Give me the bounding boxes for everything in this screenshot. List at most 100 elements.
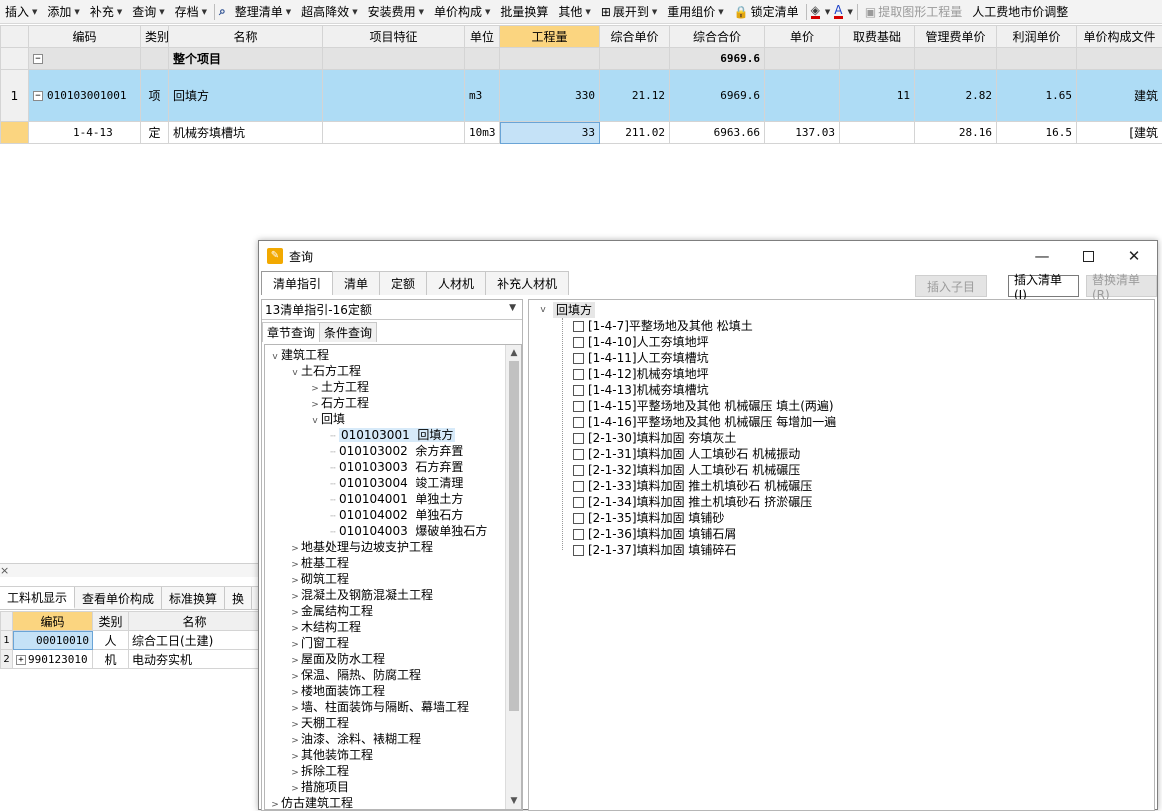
tree-node[interactable]: >屋面及防水工程	[289, 651, 385, 667]
checkbox[interactable]	[573, 369, 584, 380]
column-header[interactable]: 类别	[141, 26, 169, 48]
column-header[interactable]: 项目特征	[323, 26, 465, 48]
lower-splitter[interactable]: ×	[0, 563, 260, 577]
tree-node[interactable]: >土方工程	[309, 379, 369, 395]
table-row[interactable]: 1 00010010 人 综合工日(土建)	[1, 631, 261, 650]
row-total[interactable]: 6969.6	[670, 70, 765, 122]
row-unit-price[interactable]	[765, 70, 840, 122]
list-item[interactable]: [2-1-35]填料加固 填铺砂	[573, 510, 724, 526]
list-item[interactable]: [2-1-33]填料加固 推土机填砂石 机械碾压	[573, 478, 812, 494]
checkbox[interactable]	[573, 433, 584, 444]
list-item[interactable]: [2-1-31]填料加固 人工填砂石 机械振动	[573, 446, 800, 462]
table-row[interactable]: 1-4-13 定 机械夯填槽坑 10m3 33 211.02 6963.66 1…	[1, 122, 1162, 144]
list-item[interactable]: [1-4-12]机械夯填地坪	[573, 366, 709, 382]
toolbar-item[interactable]: 单价构成▼	[429, 1, 495, 23]
row-total[interactable]: 6963.66	[670, 122, 765, 144]
column-header[interactable]: 利润单价	[997, 26, 1077, 48]
row-type[interactable]: 项	[141, 70, 169, 122]
list-item[interactable]: [2-1-36]填料加固 填铺石屑	[573, 526, 736, 542]
close-icon[interactable]: ×	[0, 564, 9, 577]
column-header[interactable]: 单价	[765, 26, 840, 48]
toolbar-item[interactable]: ▣提取图形工程量	[860, 1, 967, 23]
toolbar-item[interactable]: ◈▼	[809, 1, 833, 23]
tab-lower-3[interactable]: 换	[225, 587, 252, 609]
toolbar-item[interactable]: 插入▼	[0, 1, 42, 23]
tree-node[interactable]: >桩基工程	[289, 555, 349, 571]
table-row[interactable]: 1 −010103001001 项 回填方 m3 330 21.12 6969.…	[1, 70, 1162, 122]
tree-node[interactable]: >石方工程	[309, 395, 369, 411]
tab-lower-0[interactable]: 工料机显示	[0, 587, 75, 609]
tree-node[interactable]: >门窗工程	[289, 635, 349, 651]
toolbar-item[interactable]: 人工费地市价调整	[967, 1, 1073, 23]
tree-node[interactable]: >楼地面装饰工程	[289, 683, 385, 699]
row-feature[interactable]	[323, 122, 465, 144]
row-unit[interactable]: m3	[465, 70, 500, 122]
list-item[interactable]: [1-4-7]平整场地及其他 松填土	[573, 318, 753, 334]
tab-dialog-4[interactable]: 补充人材机	[485, 271, 569, 295]
row-file[interactable]: [建筑	[1077, 122, 1162, 144]
toolbar-item[interactable]: 批量换算	[495, 1, 553, 23]
column-header[interactable]: 编码	[13, 612, 93, 631]
collapse-toggle[interactable]: −	[29, 48, 141, 70]
tree-node[interactable]: ┄010104003 爆破单独石方	[327, 523, 487, 539]
toolbar-item[interactable]: 查询▼	[127, 1, 169, 23]
table-row[interactable]: 2 +990123010 机 电动夯实机	[1, 650, 261, 669]
row-base[interactable]: 11	[840, 70, 915, 122]
column-header[interactable]: 类别	[93, 612, 129, 631]
checkbox[interactable]	[573, 449, 584, 460]
tree-node[interactable]: v建筑工程	[269, 347, 329, 363]
tree-node[interactable]: ┄010103002 余方弃置	[327, 443, 463, 459]
tree-node[interactable]: >保温、隔热、防腐工程	[289, 667, 421, 683]
list-item[interactable]: [1-4-13]机械夯填槽坑	[573, 382, 709, 398]
scroll-thumb[interactable]	[509, 361, 519, 711]
row-code[interactable]: +990123010	[13, 650, 93, 669]
toolbar-item[interactable]: 整理清单▼	[230, 1, 296, 23]
tree-node[interactable]: >混凝土及钢筋混凝土工程	[289, 587, 433, 603]
toolbar-item[interactable]: 其他▼	[553, 1, 595, 23]
tab-lower-2[interactable]: 标准换算	[162, 587, 225, 609]
row-price[interactable]: 211.02	[600, 122, 670, 144]
insert-child-button[interactable]: 插入子目	[915, 275, 987, 297]
column-header[interactable]: 单价构成文件	[1077, 26, 1162, 48]
list-item[interactable]: [1-4-11]人工夯填槽坑	[573, 350, 709, 366]
row-name[interactable]: 综合工日(土建)	[129, 631, 261, 650]
column-header[interactable]: 编码	[29, 26, 141, 48]
maximize-button[interactable]	[1065, 241, 1111, 271]
row-feature[interactable]	[323, 70, 465, 122]
tree-node[interactable]: v土石方工程	[289, 363, 361, 379]
tree-node[interactable]: >措施项目	[289, 779, 349, 795]
caret-down-icon[interactable]: ▼	[286, 8, 291, 16]
column-header[interactable]: 名称	[129, 612, 261, 631]
row-unit[interactable]: 10m3	[465, 122, 500, 144]
list-item[interactable]: [1-4-16]平整场地及其他 机械碾压 每增加一遍	[573, 414, 836, 430]
caret-down-icon[interactable]: ▼	[352, 8, 357, 16]
tree-node[interactable]: ┄010103004 竣工清理	[327, 475, 463, 491]
row-code[interactable]: 1-4-13	[29, 122, 141, 144]
tab-dialog-0[interactable]: 清单指引	[261, 271, 333, 295]
tree-node[interactable]: v回填	[309, 411, 345, 427]
tree-node[interactable]: >木结构工程	[289, 619, 361, 635]
tab-lower-1[interactable]: 查看单价构成	[75, 587, 162, 609]
column-header[interactable]: 名称	[169, 26, 323, 48]
checkbox[interactable]	[573, 497, 584, 508]
tree-node[interactable]: >拆除工程	[289, 763, 349, 779]
minus-icon[interactable]: −	[33, 91, 43, 101]
row-profit[interactable]: 16.5	[997, 122, 1077, 144]
toolbar-item[interactable]: 🔒锁定清单	[729, 1, 804, 23]
minimize-button[interactable]: —	[1019, 241, 1065, 271]
tree-node[interactable]: ┄010103001 回填方	[327, 427, 455, 443]
row-profit[interactable]: 1.65	[997, 70, 1077, 122]
tab-dialog-3[interactable]: 人材机	[426, 271, 486, 295]
column-header[interactable]: 综合合价	[670, 26, 765, 48]
caret-down-icon[interactable]: ▼	[485, 8, 490, 16]
row-mgmt[interactable]: 2.82	[915, 70, 997, 122]
toolbar-item[interactable]: ⊞展开到▼	[596, 1, 662, 23]
toolbar-item[interactable]: 重用组价▼	[662, 1, 728, 23]
tab-dialog-2[interactable]: 定额	[379, 271, 427, 295]
caret-down-icon[interactable]: ▼	[117, 8, 122, 16]
tree-node[interactable]: >砌筑工程	[289, 571, 349, 587]
caret-down-icon[interactable]: ▼	[718, 8, 723, 16]
toolbar-item[interactable]: A▼	[832, 1, 855, 23]
list-item[interactable]: [2-1-37]填料加固 填铺碎石	[573, 542, 736, 558]
row-code[interactable]: −010103001001	[29, 70, 141, 122]
